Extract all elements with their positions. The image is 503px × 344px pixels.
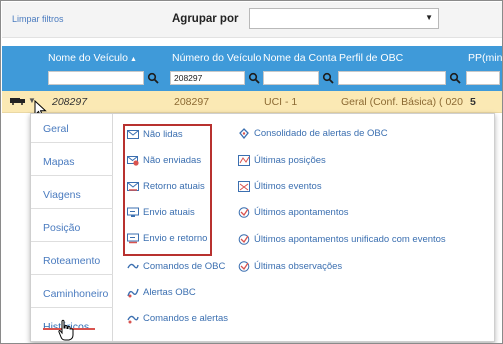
notes-icon (238, 207, 250, 218)
chevron-down-icon: ▼ (425, 13, 433, 22)
search-icon[interactable] (449, 72, 461, 84)
filter-input-vehicle-number[interactable]: 208297 (170, 71, 245, 85)
group-by-label: Agrupar por (172, 13, 239, 25)
col-header-obc-profile[interactable]: Perfil de OBC (339, 52, 403, 64)
col-header-vehicle-name[interactable]: Nome do Veículo ▲ (48, 52, 137, 64)
col-header-vehicle-number[interactable]: Número do Veículo (172, 52, 261, 64)
envelope-icon (127, 130, 139, 139)
menu-category-maps[interactable]: Mapas (31, 149, 113, 176)
history-dropdown-menu: Geral Mapas Viagens Posição Roteamento C… (30, 113, 495, 342)
col-header-pp[interactable]: PP(min) (468, 52, 502, 64)
pp-cell: 5 (470, 96, 476, 108)
filter-input-pp[interactable] (466, 71, 500, 85)
search-icon[interactable] (147, 72, 159, 84)
menu-sidebar: Geral Mapas Viagens Posição Roteamento C… (31, 114, 113, 341)
col-header-account-name[interactable]: Nome da Conta (263, 52, 337, 64)
menu-category-general[interactable]: Geral (31, 116, 113, 143)
observations-icon (238, 261, 250, 272)
menu-category-routing[interactable]: Roteamento (31, 248, 113, 275)
positions-icon (238, 155, 250, 166)
filter-toolbar: Limpar filtros Agrupar por ▼ (2, 2, 502, 38)
notes-events-icon (238, 234, 250, 245)
vehicle-name-cell: 208297 (52, 96, 88, 108)
search-icon[interactable] (248, 72, 260, 84)
monitor-send-icon (127, 207, 139, 217)
menu-category-trips[interactable]: Viagens (31, 182, 113, 209)
vehicle-number-cell: 208297 (174, 96, 210, 108)
filter-input-account-name[interactable] (263, 71, 319, 85)
alert-icon (127, 288, 139, 298)
table-row[interactable]: ▼ 208297 208297 UCI - 1 Geral (Conf. Bás… (2, 91, 502, 113)
sort-icon[interactable]: ▲ (130, 56, 137, 63)
clear-filters-link[interactable]: Limpar filtros (12, 14, 64, 24)
account-name-cell: UCI - 1 (264, 96, 298, 108)
envelope-return-icon (127, 182, 139, 191)
filter-input-vehicle-name[interactable] (48, 71, 144, 85)
truck-icon (10, 98, 25, 105)
search-icon[interactable] (322, 72, 334, 84)
command-icon (127, 263, 139, 269)
hand-pointer-icon (58, 319, 74, 341)
group-by-select[interactable]: ▼ (249, 8, 439, 29)
menu-category-position[interactable]: Posição (31, 215, 113, 242)
command-alert-icon (127, 315, 139, 324)
envelope-x-icon (127, 156, 139, 166)
filter-input-obc-profile[interactable] (338, 71, 446, 85)
menu-category-driver[interactable]: Caminhoneiro (31, 281, 113, 308)
app-window: Limpar filtros Agrupar por ▼ Nome do Veí… (0, 0, 503, 344)
obc-profile-cell: Geral (Conf. Básica) ( 020 (341, 96, 463, 108)
events-icon (238, 181, 250, 192)
table-header: Nome do Veículo ▲ Número do Veículo Nome … (2, 46, 502, 91)
send-return-icon (127, 233, 139, 244)
alerts-consolidated-icon (239, 128, 249, 139)
